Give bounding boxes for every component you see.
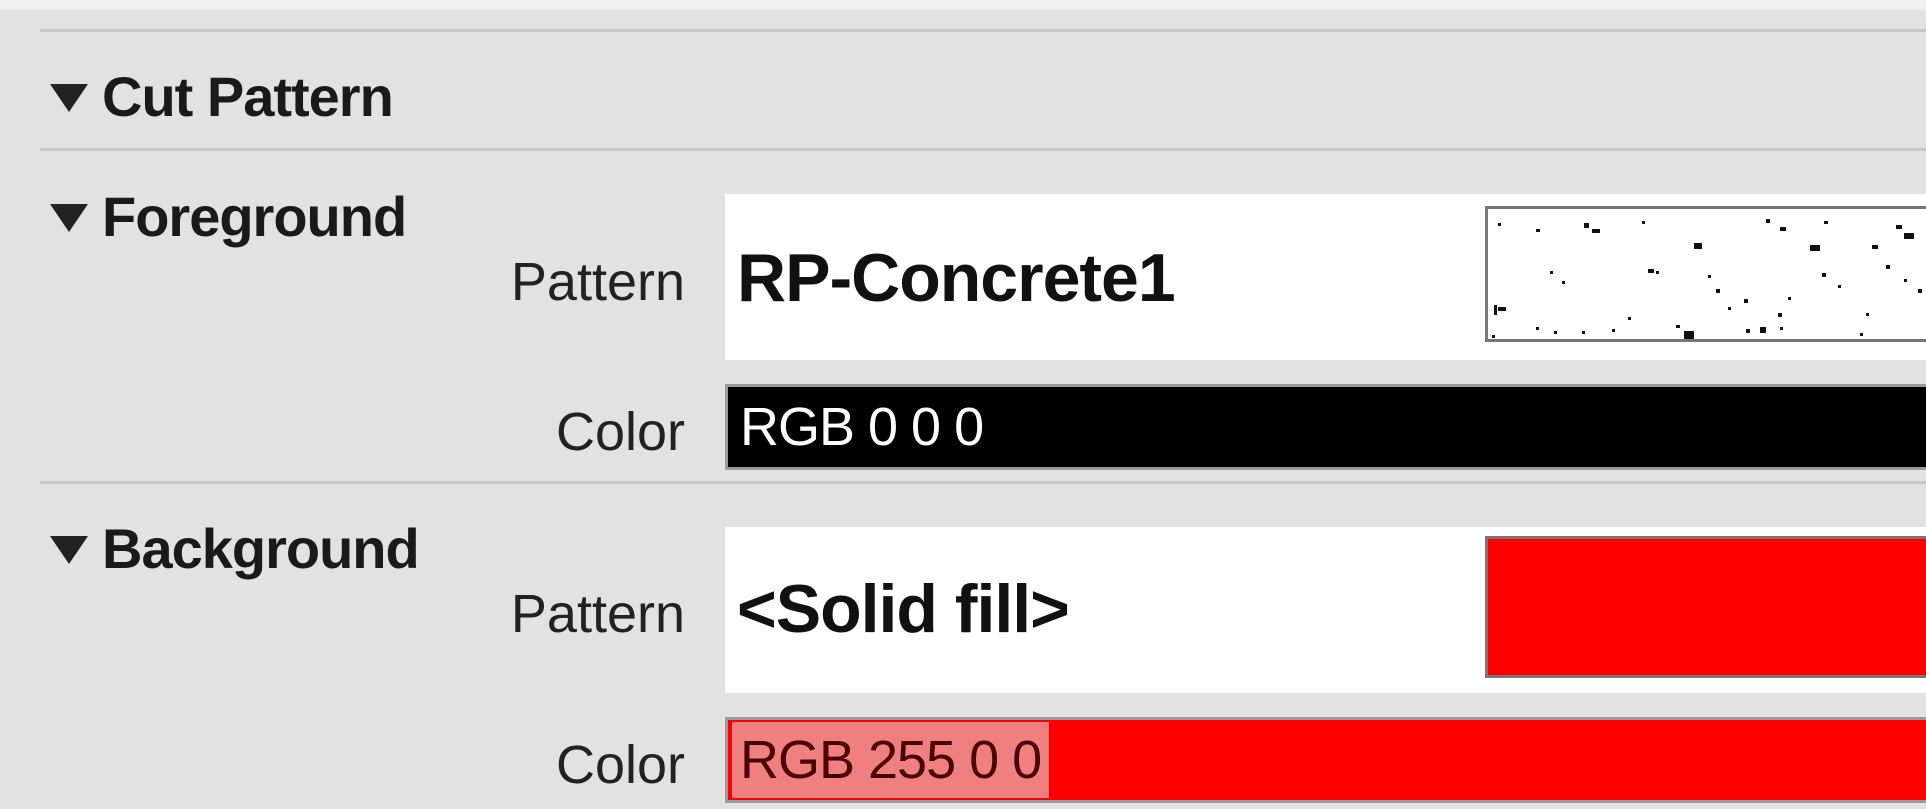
concrete-pattern-swatch — [1485, 206, 1926, 342]
triangle-down-icon — [50, 204, 88, 232]
cut-pattern-header[interactable]: Cut Pattern — [50, 62, 394, 130]
divider — [40, 481, 1926, 484]
foreground-color-label: Color — [555, 402, 685, 462]
background-color-field[interactable]: RGB 255 0 0 — [725, 717, 1926, 803]
foreground-label: Foreground — [102, 184, 407, 248]
background-header[interactable]: Background — [50, 514, 420, 582]
foreground-pattern-field[interactable]: RP-Concrete1 — [725, 194, 1926, 360]
properties-panel: Cut Pattern Foreground Pattern RP-Concre… — [0, 0, 1926, 809]
background-pattern-field[interactable]: <Solid fill> — [725, 527, 1926, 693]
background-color-value: RGB 255 0 0 — [732, 722, 1050, 798]
foreground-color-field[interactable]: RGB 0 0 0 — [725, 384, 1926, 470]
foreground-color-value: RGB 0 0 0 — [740, 397, 984, 457]
solid-fill-swatch — [1485, 536, 1926, 678]
cut-pattern-label: Cut Pattern — [102, 64, 394, 128]
foreground-pattern-label: Pattern — [510, 252, 685, 312]
panel-top-edge — [0, 0, 1926, 10]
divider — [40, 148, 1926, 151]
divider — [40, 29, 1926, 32]
triangle-down-icon — [50, 84, 88, 112]
foreground-header[interactable]: Foreground — [50, 182, 407, 250]
background-color-label: Color — [555, 735, 685, 795]
background-pattern-name: <Solid fill> — [737, 571, 1070, 647]
background-label: Background — [102, 516, 420, 580]
triangle-down-icon — [50, 536, 88, 564]
foreground-pattern-name: RP-Concrete1 — [737, 240, 1176, 316]
background-pattern-label: Pattern — [510, 584, 685, 644]
